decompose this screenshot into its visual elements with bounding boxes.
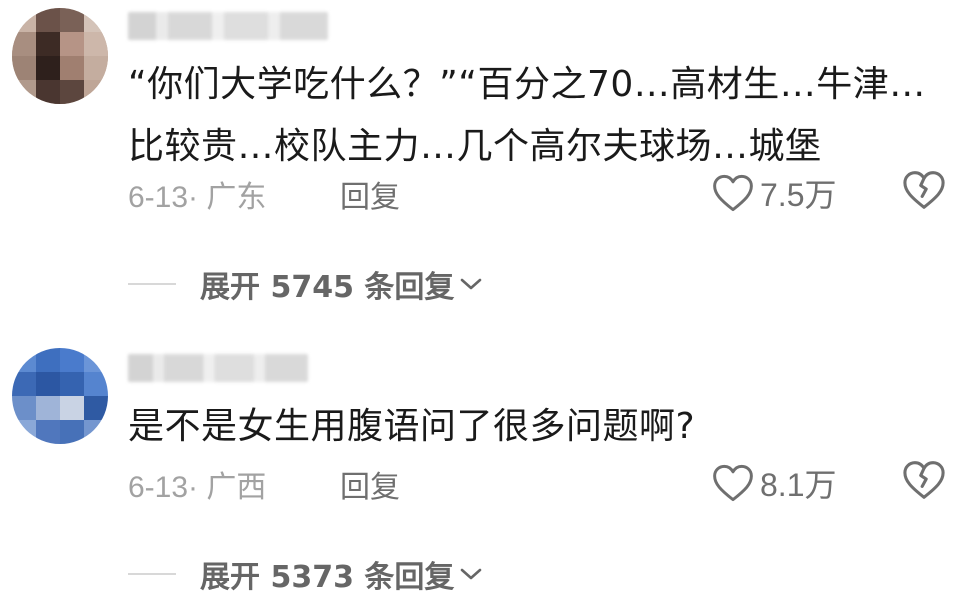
divider-line <box>128 283 176 285</box>
avatar-pixel-image <box>12 8 108 104</box>
chevron-down-icon <box>461 568 482 580</box>
comment-date-location: 6-13· 广西 <box>128 471 267 504</box>
reply-button[interactable]: 回复 <box>340 462 400 506</box>
avatar-pixel-image <box>12 348 108 444</box>
broken-heart-icon <box>903 171 945 209</box>
like-button[interactable]: 7.5万 <box>712 170 837 216</box>
avatar[interactable] <box>12 348 108 444</box>
like-button[interactable]: 8.1万 <box>712 460 837 506</box>
dislike-button[interactable] <box>902 460 946 504</box>
expand-replies-label: 展开 5745 条回复 <box>200 270 455 305</box>
heart-outline-icon <box>713 464 753 502</box>
avatar[interactable] <box>12 8 108 104</box>
chevron-down-icon <box>461 278 482 290</box>
comment-text: 是不是女生用腹语问了很多问题啊? <box>128 406 696 447</box>
expand-replies-label: 展开 5373 条回复 <box>200 560 455 595</box>
expand-replies-button[interactable]: 展开 5745 条回复 <box>128 262 484 306</box>
reply-button[interactable]: 回复 <box>340 172 400 216</box>
username-blurred[interactable] <box>128 12 328 40</box>
heart-outline-icon <box>713 174 753 212</box>
username-blurred[interactable] <box>128 354 308 382</box>
dislike-button[interactable] <box>902 170 946 214</box>
divider-line <box>128 573 176 575</box>
like-count: 8.1万 <box>760 467 837 503</box>
like-count: 7.5万 <box>760 177 837 213</box>
expand-replies-button[interactable]: 展开 5373 条回复 <box>128 552 484 596</box>
comment-text: “你们大学吃什么？”“百分之70…高材生…牛津…比较贵…校队主力…几个高尔夫球场… <box>128 64 926 167</box>
comment-date-location: 6-13· 广东 <box>128 181 267 214</box>
broken-heart-icon <box>903 461 945 499</box>
